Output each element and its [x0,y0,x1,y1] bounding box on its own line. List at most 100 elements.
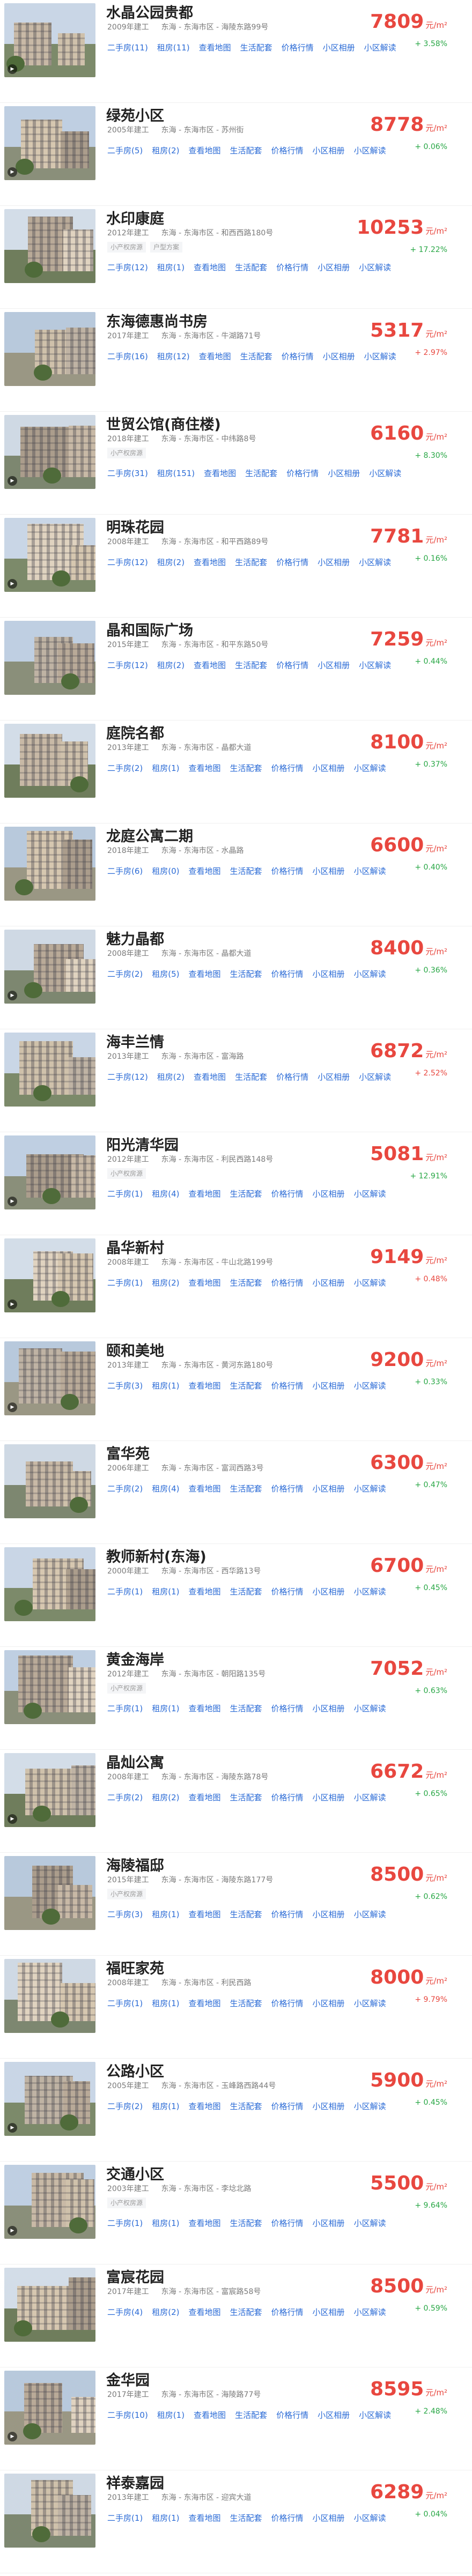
analysis-link[interactable]: 小区解读 [354,763,386,773]
rent-link[interactable]: 租房(151) [157,469,195,478]
community-photo[interactable]: ▶ [4,415,95,489]
analysis-link[interactable]: 小区解读 [364,43,396,53]
amenities-link[interactable]: 生活配套 [230,1278,262,1288]
rent-link[interactable]: 租房(1) [157,263,185,272]
listing-item[interactable]: ▶ 金华园 2017年建工 东海 - 东海市区 - 海陵路77号 二手房(10) 租房(… [0,2367,472,2470]
map-link[interactable]: 查看地图 [189,969,221,979]
secondhand-link[interactable]: 二手房(1) [107,2218,143,2228]
price-trend-link[interactable]: 价格行情 [286,469,319,478]
album-link[interactable]: 小区相册 [313,1381,345,1391]
play-icon[interactable]: ▶ [8,991,17,1000]
listing-item[interactable]: ▶ 晶华新村 2008年建工 东海 - 东海市区 - 牛山北路199号 二手房(1) 租… [0,1235,472,1338]
map-link[interactable]: 查看地图 [189,2102,221,2111]
rent-link[interactable]: 租房(2) [152,2307,179,2317]
album-link[interactable]: 小区相册 [313,1587,345,1597]
listing-item[interactable]: ▶ 交通小区 2003年建工 东海 - 东海市区 - 李埝北路 小产权房源 二手房(1)… [0,2162,472,2265]
community-photo[interactable] [4,1650,95,1724]
album-link[interactable]: 小区相册 [313,2102,345,2111]
price-trend-link[interactable]: 价格行情 [271,2307,304,2317]
listing-item[interactable]: 水印康庭 2012年建工 东海 - 东海市区 - 和西西路180号 小产权房源 户型方… [0,206,472,309]
album-link[interactable]: 小区相册 [313,1704,345,1713]
listing-item[interactable]: 庭院名都 2013年建工 东海 - 东海市区 - 晶都大道 二手房(2) 租房(1) 查… [0,721,472,823]
secondhand-link[interactable]: 二手房(12) [107,660,148,670]
secondhand-link[interactable]: 二手房(2) [107,1793,143,1802]
map-link[interactable]: 查看地图 [199,43,231,53]
analysis-link[interactable]: 小区解读 [354,1999,386,2008]
price-trend-link[interactable]: 价格行情 [271,146,304,155]
play-icon[interactable]: ▶ [8,167,17,177]
listing-item[interactable]: ▶ 晶灿公寓 2008年建工 东海 - 东海市区 - 海陵东路78号 二手房(2) 租房… [0,1750,472,1853]
price-trend-link[interactable]: 价格行情 [271,2218,304,2228]
community-photo[interactable] [4,1033,95,1107]
rent-link[interactable]: 租房(11) [157,43,190,53]
community-name[interactable]: 魅力晶都 [106,927,164,948]
map-link[interactable]: 查看地图 [189,1587,221,1597]
amenities-link[interactable]: 生活配套 [230,1910,262,1919]
secondhand-link[interactable]: 二手房(31) [107,469,148,478]
map-link[interactable]: 查看地图 [189,1278,221,1288]
community-photo[interactable] [4,2474,95,2548]
listing-item[interactable]: 教师新村(东海) 2000年建工 东海 - 东海市区 - 西华路13号 二手房(1)… [0,1544,472,1647]
amenities-link[interactable]: 生活配套 [230,763,262,773]
amenities-link[interactable]: 生活配套 [240,43,272,53]
play-icon[interactable]: ▶ [8,579,17,589]
price-trend-link[interactable]: 价格行情 [271,866,304,876]
community-name[interactable]: 祥泰嘉园 [106,2471,164,2492]
rent-link[interactable]: 租房(2) [152,146,179,155]
map-link[interactable]: 查看地图 [194,263,226,272]
community-name[interactable]: 水印康庭 [106,207,164,228]
community-photo[interactable]: ▶ [4,1135,95,1209]
map-link[interactable]: 查看地图 [189,146,221,155]
listing-item[interactable]: 祥泰嘉园 2013年建工 东海 - 东海市区 - 迎宾大道 二手房(1) 租房(1) 查… [0,2470,472,2573]
amenities-link[interactable]: 生活配套 [230,969,262,979]
analysis-link[interactable]: 小区解读 [359,1072,391,1082]
amenities-link[interactable]: 生活配套 [230,1793,262,1802]
album-link[interactable]: 小区相册 [313,2307,345,2317]
community-photo[interactable]: ▶ [4,2371,95,2445]
amenities-link[interactable]: 生活配套 [230,1381,262,1391]
amenities-link[interactable]: 生活配套 [230,866,262,876]
secondhand-link[interactable]: 二手房(2) [107,763,143,773]
listing-item[interactable]: 东海德惠尚书房 2017年建工 东海 - 东海市区 - 牛湖路71号 二手房(16)… [0,309,472,412]
album-link[interactable]: 小区相册 [323,43,355,53]
album-link[interactable]: 小区相册 [323,352,355,361]
community-photo[interactable] [4,827,95,901]
secondhand-link[interactable]: 二手房(1) [107,1587,143,1597]
community-photo[interactable] [4,1547,95,1621]
listing-item[interactable]: 海丰兰情 2013年建工 东海 - 东海市区 - 富海路 二手房(12) 租房(2) 查… [0,1029,472,1132]
amenities-link[interactable]: 生活配套 [235,558,267,567]
rent-link[interactable]: 租房(1) [157,2410,185,2420]
album-link[interactable]: 小区相册 [318,558,350,567]
community-name[interactable]: 庭院名都 [106,722,164,743]
analysis-link[interactable]: 小区解读 [354,2102,386,2111]
map-link[interactable]: 查看地图 [189,2307,221,2317]
map-link[interactable]: 查看地图 [189,1704,221,1713]
community-photo[interactable]: ▶ [4,930,95,1004]
community-name[interactable]: 明珠花园 [106,516,164,537]
map-link[interactable]: 查看地图 [204,469,236,478]
community-photo[interactable] [4,312,95,386]
community-photo[interactable]: ▶ [4,1753,95,1827]
price-trend-link[interactable]: 价格行情 [276,263,308,272]
map-link[interactable]: 查看地图 [189,763,221,773]
album-link[interactable]: 小区相册 [328,469,360,478]
secondhand-link[interactable]: 二手房(11) [107,43,148,53]
secondhand-link[interactable]: 二手房(3) [107,1910,143,1919]
community-name[interactable]: 世贸公馆(商住楼) [106,413,221,434]
map-link[interactable]: 查看地图 [199,352,231,361]
rent-link[interactable]: 租房(4) [152,1484,179,1494]
amenities-link[interactable]: 生活配套 [230,2307,262,2317]
community-photo[interactable]: ▶ [4,1341,95,1415]
price-trend-link[interactable]: 价格行情 [276,2410,308,2420]
community-photo[interactable]: ▶ [4,3,95,77]
secondhand-link[interactable]: 二手房(16) [107,352,148,361]
analysis-link[interactable]: 小区解读 [354,1704,386,1713]
community-name[interactable]: 黄金海岸 [106,1648,164,1669]
community-name[interactable]: 晶华新村 [106,1236,164,1257]
secondhand-link[interactable]: 二手房(1) [107,1704,143,1713]
play-icon[interactable]: ▶ [8,2432,17,2441]
secondhand-link[interactable]: 二手房(2) [107,969,143,979]
amenities-link[interactable]: 生活配套 [240,352,272,361]
secondhand-link[interactable]: 二手房(12) [107,1072,148,1082]
rent-link[interactable]: 租房(1) [152,1587,179,1597]
